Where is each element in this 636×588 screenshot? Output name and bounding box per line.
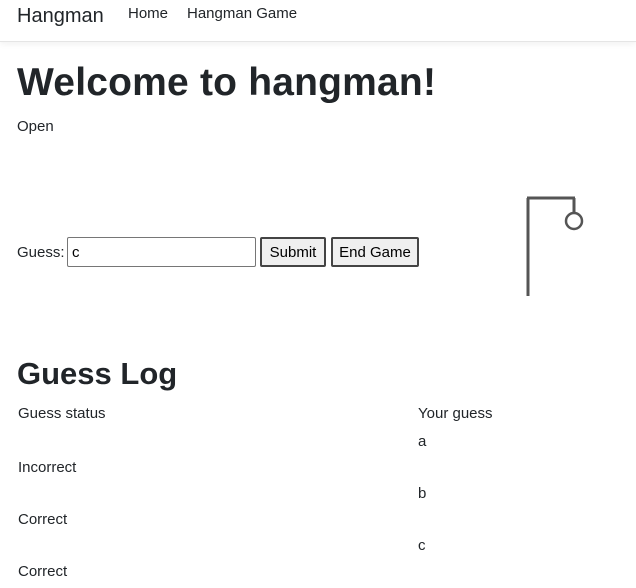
nav-link-hangman-game[interactable]: Hangman Game [187, 5, 297, 23]
guess-log-status: Incorrect [18, 459, 77, 476]
guess-log-title: Guess Log [17, 356, 178, 391]
submit-button[interactable]: Submit [260, 237, 326, 267]
guess-label: Guess: [17, 244, 65, 261]
guess-log-guess: b [418, 485, 427, 502]
guess-log-status: Correct [18, 511, 68, 528]
guess-log-guess: a [418, 433, 427, 450]
brand-link[interactable]: Hangman [17, 4, 104, 28]
game-status: Open [17, 118, 54, 135]
hangman-drawing [526, 196, 584, 296]
navbar: Hangman Home Hangman Game [0, 0, 636, 42]
end-game-button[interactable]: End Game [331, 237, 419, 267]
nav-link-home[interactable]: Home [128, 5, 168, 23]
hangman-head [564, 211, 584, 231]
guess-log-guess: c [418, 537, 426, 554]
guess-log-status: Correct [18, 563, 68, 580]
guess-input[interactable] [67, 237, 256, 267]
your-guess-header: Your guess [418, 405, 493, 422]
page-title: Welcome to hangman! [17, 61, 437, 104]
guess-status-header: Guess status [18, 405, 106, 422]
